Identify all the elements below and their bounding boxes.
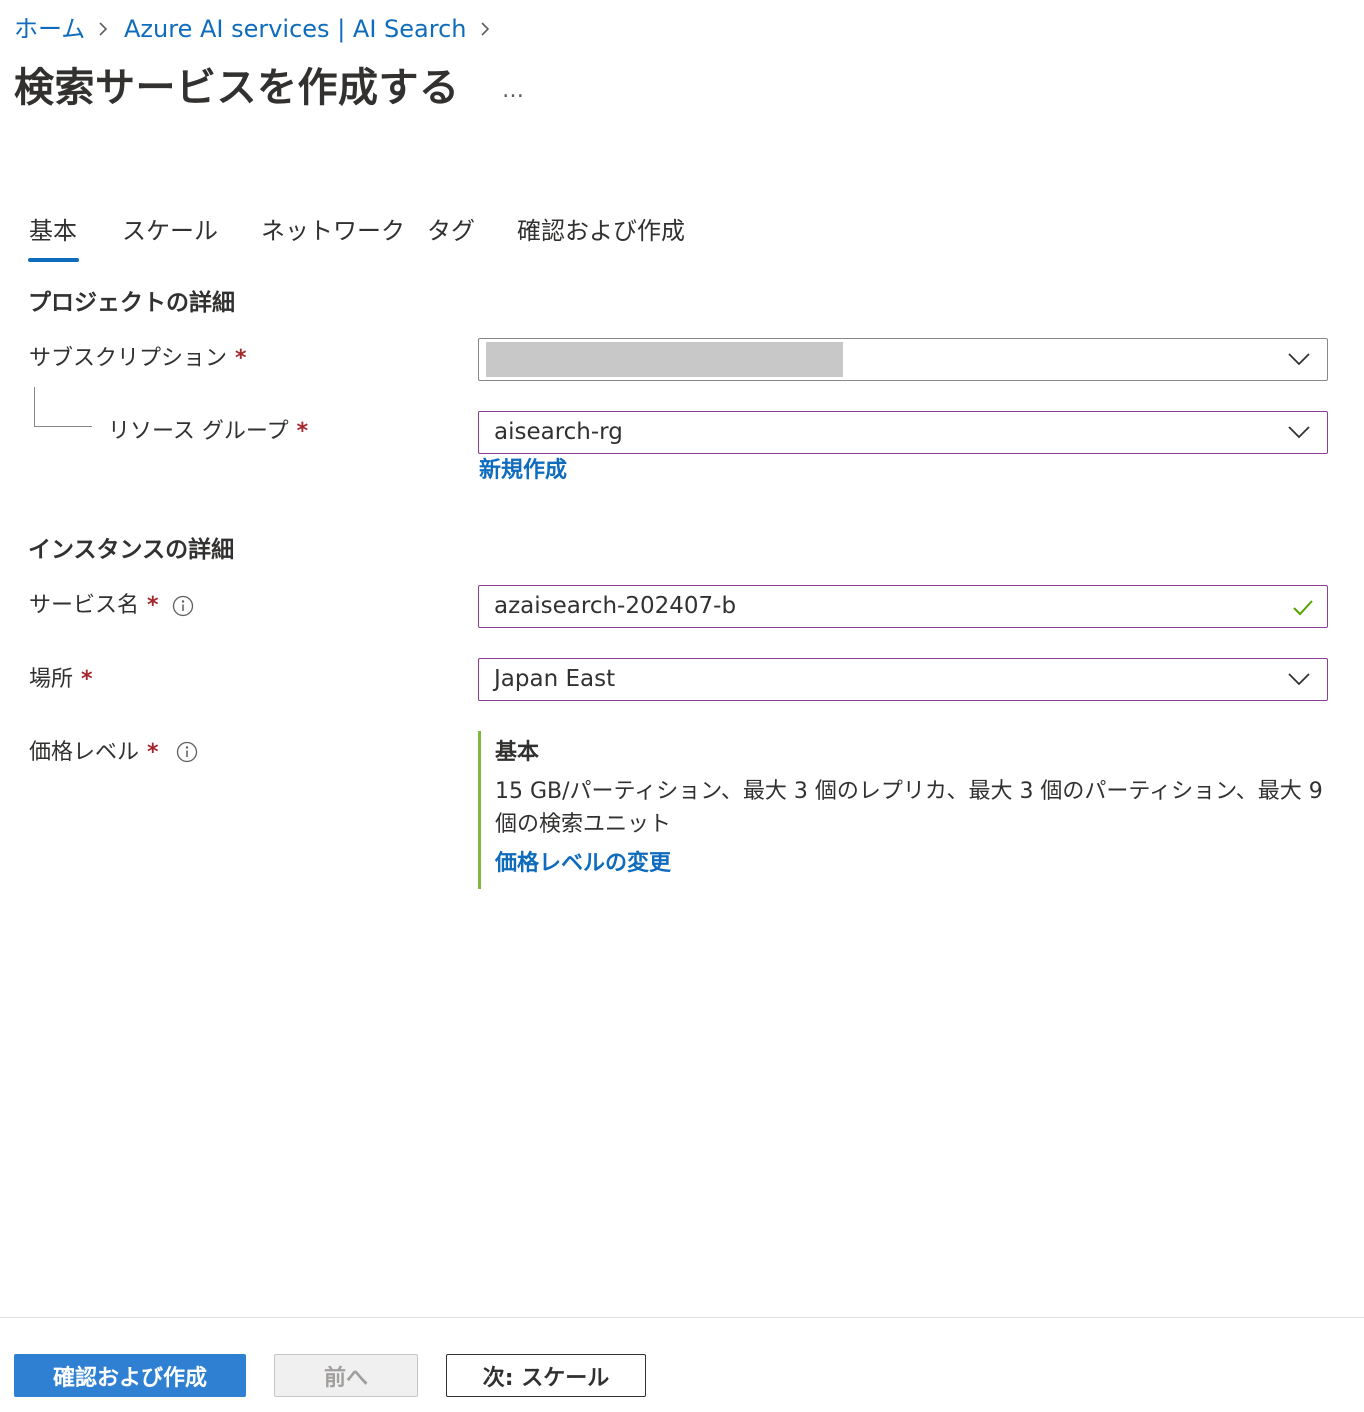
pricing-tier-name: 基本 [495, 740, 540, 765]
chevron-down-icon [1288, 673, 1310, 686]
chevron-right-icon [99, 22, 108, 36]
page-title: 検索サービスを作成する [14, 65, 460, 111]
footer-divider [0, 1317, 1364, 1318]
tab-scale[interactable]: スケール [122, 214, 218, 248]
breadcrumb-service[interactable]: Azure AI services | AI Search [124, 13, 466, 45]
checkmark-icon [1293, 600, 1313, 616]
resource-group-dropdown[interactable]: aisearch-rg [478, 411, 1328, 454]
pricing-tier-description: 15 GB/パーティション、最大 3 個のレプリカ、最大 3 個のパーティション… [495, 779, 1323, 837]
resource-group-value: aisearch-rg [494, 419, 623, 445]
required-marker: * [81, 667, 93, 692]
tab-review-create[interactable]: 確認および作成 [517, 214, 685, 248]
service-name-input[interactable]: azaisearch-202407-b [478, 585, 1328, 628]
resource-group-label: リソース グループ * [108, 419, 309, 444]
redacted-subscription-value [486, 342, 843, 377]
info-icon[interactable] [172, 595, 194, 617]
required-marker: * [235, 346, 247, 371]
required-marker: * [296, 419, 309, 444]
review-create-button[interactable]: 確認および作成 [14, 1354, 246, 1397]
change-pricing-tier-link[interactable]: 価格レベルの変更 [495, 845, 671, 877]
location-value: Japan East [494, 666, 616, 692]
previous-button[interactable]: 前へ [274, 1354, 418, 1397]
create-new-resource-group-link[interactable]: 新規作成 [479, 455, 567, 487]
pricing-tier-label: 価格レベル * [29, 740, 159, 765]
more-options-icon[interactable]: … [502, 78, 525, 103]
info-icon[interactable] [176, 741, 198, 763]
location-dropdown[interactable]: Japan East [478, 658, 1328, 701]
next-scale-button[interactable]: 次: スケール [446, 1354, 646, 1397]
chevron-down-icon [1288, 353, 1310, 366]
instance-details-heading: インスタンスの詳細 [28, 537, 235, 563]
service-name-label: サービス名 * [29, 593, 159, 618]
subscription-label: サブスクリプション * [29, 346, 247, 371]
subscription-dropdown[interactable] [478, 338, 1328, 381]
chevron-right-icon [481, 22, 490, 36]
required-marker: * [147, 740, 159, 765]
chevron-down-icon [1288, 426, 1310, 439]
tab-tags[interactable]: タグ [427, 214, 475, 248]
active-tab-indicator [28, 258, 79, 262]
service-name-value: azaisearch-202407-b [494, 593, 737, 619]
tab-basics[interactable]: 基本 [29, 214, 77, 248]
tree-connector [34, 387, 92, 427]
breadcrumb-home[interactable]: ホーム [14, 13, 85, 45]
location-label: 場所 * [29, 667, 93, 692]
project-details-heading: プロジェクトの詳細 [28, 290, 235, 316]
required-marker: * [147, 593, 159, 618]
pricing-tier-summary: 基本 15 GB/パーティション、最大 3 個のレプリカ、最大 3 個のパーティ… [478, 731, 1328, 889]
tab-networking[interactable]: ネットワーク [261, 214, 405, 248]
